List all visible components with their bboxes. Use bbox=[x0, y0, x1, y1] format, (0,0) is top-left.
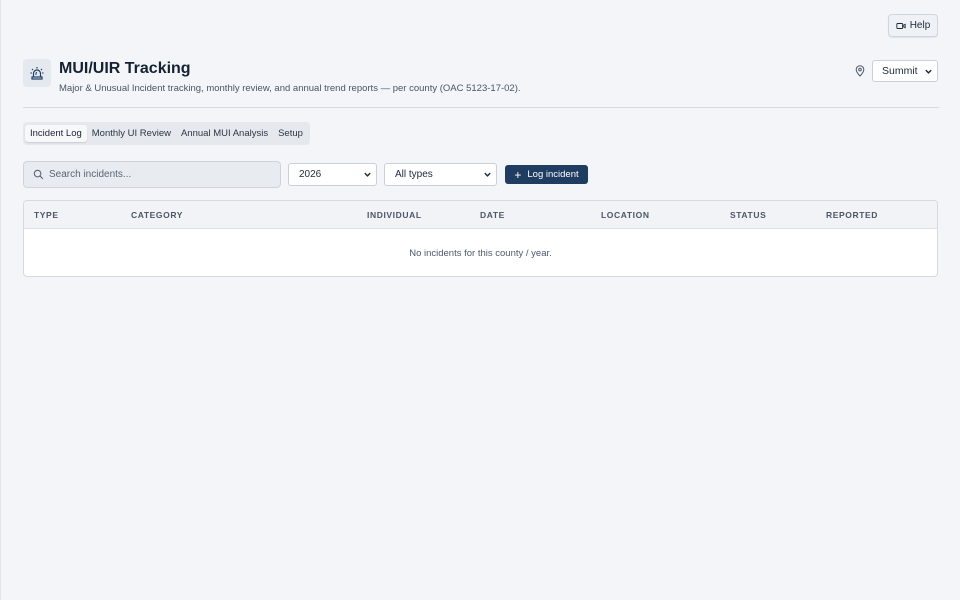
tab-annual-mui-analysis[interactable]: Annual MUI Analysis bbox=[176, 125, 273, 142]
chevron-down-icon bbox=[364, 172, 371, 177]
chevron-down-icon bbox=[484, 172, 491, 177]
page-title: MUI/UIR Tracking bbox=[59, 60, 191, 77]
column-header-type[interactable]: TYPE bbox=[34, 210, 59, 220]
year-value: 2026 bbox=[299, 169, 322, 180]
year-select[interactable]: 2026 bbox=[288, 163, 377, 186]
log-incident-label: Log incident bbox=[527, 169, 579, 180]
county-value: Summit bbox=[882, 65, 918, 77]
tab-monthly-ui-review[interactable]: Monthly UI Review bbox=[87, 125, 176, 142]
video-icon bbox=[896, 22, 906, 29]
column-header-category[interactable]: CATEGORY bbox=[131, 210, 183, 220]
page-subtitle: Major & Unusual Incident tracking, month… bbox=[59, 83, 521, 94]
help-button[interactable]: Help bbox=[888, 14, 938, 37]
column-header-location[interactable]: LOCATION bbox=[601, 210, 650, 220]
column-header-individual[interactable]: INDIVIDUAL bbox=[367, 210, 422, 220]
search-input[interactable]: Search incidents... bbox=[23, 161, 281, 188]
tab-setup[interactable]: Setup bbox=[273, 125, 308, 142]
type-filter-select[interactable]: All types bbox=[384, 163, 497, 186]
county-select[interactable]: Summit bbox=[872, 60, 938, 82]
column-header-reported[interactable]: REPORTED bbox=[826, 210, 878, 220]
help-label: Help bbox=[909, 20, 931, 31]
tab-incident-log[interactable]: Incident Log bbox=[25, 125, 87, 142]
incident-table: TYPE CATEGORY INDIVIDUAL DATE LOCATION S… bbox=[23, 200, 938, 277]
plus-icon: + bbox=[514, 167, 522, 182]
siren-icon bbox=[23, 59, 51, 87]
tab-bar: Incident Log Monthly UI Review Annual MU… bbox=[23, 122, 310, 145]
search-icon bbox=[33, 169, 44, 180]
log-incident-button[interactable]: + Log incident bbox=[505, 165, 588, 184]
column-header-date[interactable]: DATE bbox=[480, 210, 505, 220]
map-pin-icon bbox=[855, 65, 865, 77]
chevron-down-icon bbox=[925, 69, 932, 74]
empty-state-message: No incidents for this county / year. bbox=[409, 248, 552, 259]
search-placeholder: Search incidents... bbox=[49, 169, 132, 180]
column-header-status[interactable]: STATUS bbox=[730, 210, 766, 220]
page-header: MUI/UIR Tracking Major & Unusual Inciden… bbox=[23, 59, 939, 108]
type-filter-value: All types bbox=[395, 169, 433, 180]
table-header: TYPE CATEGORY INDIVIDUAL DATE LOCATION S… bbox=[24, 201, 937, 229]
